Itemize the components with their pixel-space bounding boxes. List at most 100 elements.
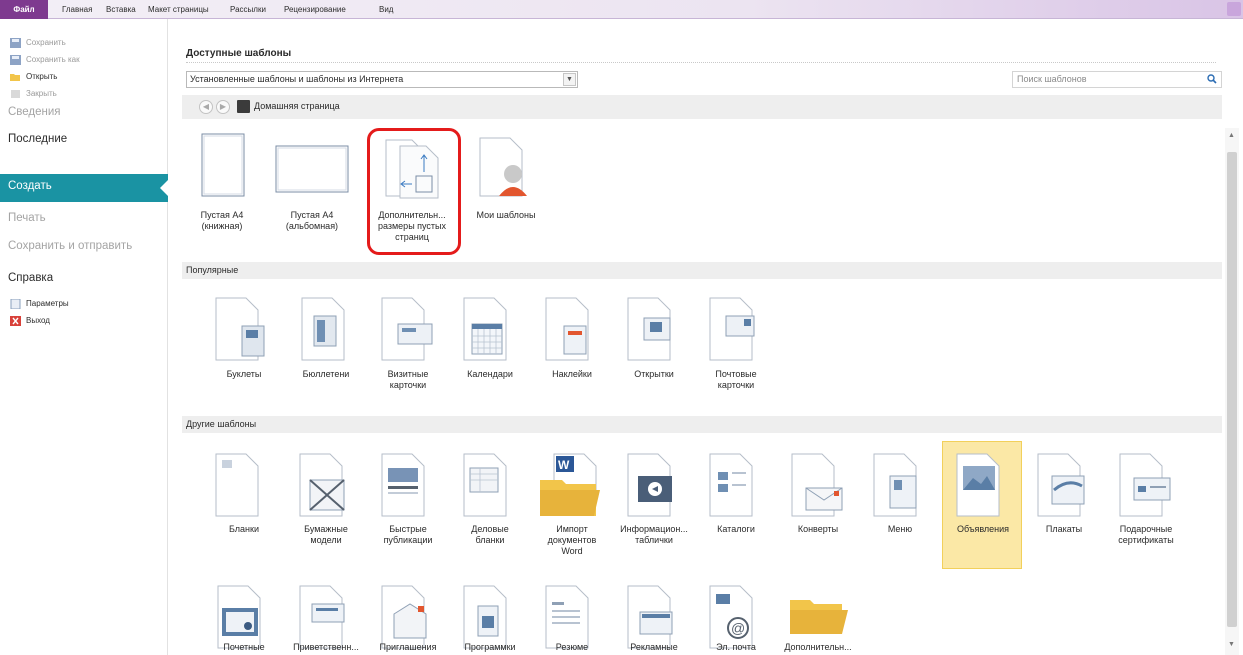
template-tile[interactable]: Каталоги (696, 450, 776, 556)
template-label: Программки (464, 642, 516, 652)
template-label: Объявления (956, 524, 1010, 534)
scroll-up-icon[interactable]: ▲ (1228, 132, 1235, 139)
template-label: Бумажные модели (304, 524, 348, 545)
postcard-icon (627, 297, 671, 361)
template-label: Буклеты (226, 369, 262, 379)
template-label: Календари (467, 369, 513, 379)
nav-create[interactable]: Создать (0, 174, 168, 202)
template-tile[interactable]: @ Эл. почта (696, 582, 776, 655)
templates-pane: Доступные шаблоны Установленные шаблоны … (168, 19, 1243, 655)
nav-recent[interactable]: Последние (8, 133, 67, 145)
template-tile[interactable]: Меню (860, 450, 940, 556)
vertical-scrollbar[interactable]: ▲ ▼ (1225, 128, 1239, 655)
forms-icon (215, 453, 259, 517)
template-label: Меню (887, 524, 913, 534)
business-card-icon (381, 297, 433, 361)
search-input[interactable]: Поиск шаблонов (1012, 71, 1222, 88)
template-tile[interactable]: Почтовые карточки (696, 294, 776, 394)
template-tile[interactable]: Приветственн... (286, 582, 366, 655)
template-tile[interactable]: Деловые бланки (450, 450, 530, 556)
template-tile[interactable]: Резюме (532, 582, 612, 655)
template-label: Подарочные сертификаты (1118, 524, 1174, 545)
tab-view[interactable]: Вид (379, 0, 393, 19)
save-icon (10, 38, 21, 48)
template-tile[interactable]: Наклейки (532, 294, 612, 394)
template-tile[interactable]: Пустая А4 (книжная) (182, 132, 262, 237)
chevron-down-icon[interactable]: ▼ (563, 73, 576, 86)
template-tile[interactable]: Почетные (204, 582, 284, 655)
nav-save[interactable]: Сохранить (26, 38, 66, 47)
labels-icon (545, 297, 589, 361)
nav-close[interactable]: Закрыть (26, 89, 57, 98)
template-tile[interactable]: Рекламные (614, 582, 694, 655)
folder-open-icon (10, 74, 20, 81)
search-placeholder: Поиск шаблонов (1017, 74, 1087, 84)
info-signs-icon (627, 453, 672, 517)
template-tile[interactable]: Бумажные модели (286, 450, 366, 556)
template-breadcrumb-bar: ◀ ▶ Домашняя страница (182, 95, 1222, 119)
template-tile[interactable]: Информацион... таблички (614, 450, 694, 556)
template-tile[interactable]: Календари (450, 294, 530, 394)
search-icon[interactable] (1207, 74, 1217, 84)
template-tile[interactable]: Приглашения (368, 582, 448, 655)
nav-save-send[interactable]: Сохранить и отправить (8, 240, 132, 252)
template-label: Приглашения (379, 642, 437, 652)
tab-file[interactable]: Файл (0, 0, 48, 19)
menu-icon (873, 453, 917, 517)
svg-text:W: W (558, 458, 570, 472)
portrait-page-icon (201, 133, 245, 197)
template-tile[interactable]: Конверты (778, 450, 858, 556)
options-icon (10, 299, 21, 309)
gift-certificates-icon (1119, 453, 1171, 517)
ribbon: Файл Главная Вставка Макет страницы Расс… (0, 0, 1243, 19)
template-tile[interactable]: Визитные карточки (368, 294, 448, 394)
home-breadcrumb[interactable]: Домашняя страница (254, 101, 340, 111)
ribbon-corner-icon[interactable] (1227, 2, 1241, 16)
template-tile[interactable]: Плакаты (1024, 450, 1104, 556)
template-tile[interactable]: W Импорт документов Word (532, 450, 612, 556)
template-tile[interactable]: Дополнительн... (778, 582, 858, 655)
nav-save-as[interactable]: Сохранить как (26, 55, 80, 64)
paper-models-icon (299, 453, 345, 517)
template-source-select[interactable]: Установленные шаблоны и шаблоны из Интер… (186, 71, 578, 88)
scroll-thumb[interactable] (1227, 152, 1237, 627)
template-tile-selected[interactable]: Объявления (942, 441, 1022, 569)
tab-page-layout[interactable]: Макет страницы (148, 0, 209, 19)
template-tile[interactable]: Буклеты (204, 294, 284, 394)
flyers-icon (956, 453, 1000, 517)
exit-icon (10, 316, 21, 326)
template-label: Информацион... таблички (620, 524, 688, 545)
tab-insert[interactable]: Вставка (106, 0, 136, 19)
template-label: Быстрые публикации (383, 524, 433, 545)
template-tile[interactable]: Пустая А4 (альбомная) (272, 132, 352, 237)
section-other-title: Другие шаблоны (186, 419, 257, 429)
section-popular: Популярные (182, 262, 1222, 279)
template-tile[interactable]: Подарочные сертификаты (1106, 450, 1186, 556)
tab-mailings[interactable]: Рассылки (230, 0, 266, 19)
template-tile[interactable]: Мои шаблоны (466, 132, 546, 237)
title-divider (186, 62, 1216, 63)
template-tile[interactable]: Быстрые публикации (368, 450, 448, 556)
template-tile[interactable]: Открытки (614, 294, 694, 394)
template-tile[interactable]: Бланки (204, 450, 284, 556)
nav-open[interactable]: Открыть (26, 72, 57, 81)
back-arrow-icon[interactable]: ◀ (199, 100, 213, 114)
tab-review[interactable]: Рецензирование (284, 0, 346, 19)
postal-card-icon (709, 297, 755, 361)
home-icon[interactable] (237, 100, 250, 113)
svg-text:@: @ (731, 620, 745, 636)
scroll-down-icon[interactable]: ▼ (1228, 641, 1235, 648)
template-tile[interactable]: Программки (450, 582, 530, 655)
nav-exit[interactable]: Выход (26, 316, 50, 325)
nav-options[interactable]: Параметры (26, 299, 69, 308)
nav-print[interactable]: Печать (8, 212, 46, 224)
nav-help[interactable]: Справка (8, 272, 53, 284)
template-label: Плакаты (1045, 524, 1083, 534)
nav-info[interactable]: Сведения (8, 106, 61, 118)
forward-arrow-icon[interactable]: ▶ (216, 100, 230, 114)
booklet-icon (215, 297, 265, 361)
template-tile[interactable]: Бюллетени (286, 294, 366, 394)
tab-home[interactable]: Главная (62, 0, 92, 19)
page-title: Доступные шаблоны (186, 48, 292, 59)
template-label: Приветственн... (293, 642, 359, 652)
